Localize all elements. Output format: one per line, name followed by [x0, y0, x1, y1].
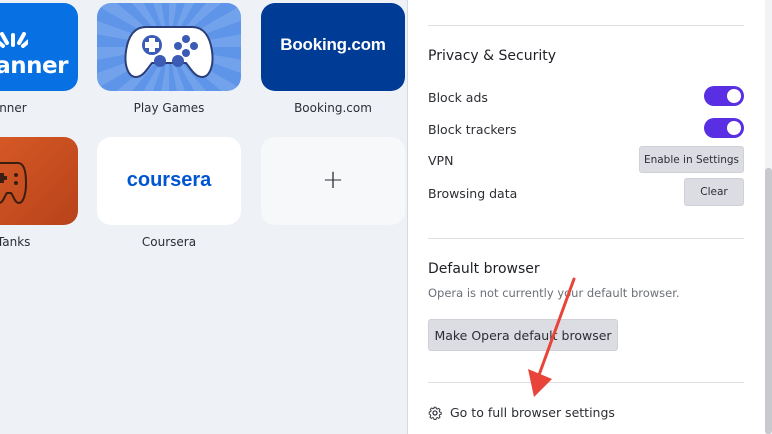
full-browser-settings-link[interactable]: Go to full browser settings [428, 405, 615, 420]
block-trackers-toggle[interactable] [704, 118, 744, 138]
speed-dial-label-world-of-tanks: of Tanks [0, 235, 31, 249]
default-browser-description: Opera is not currently your default brow… [428, 286, 680, 300]
speed-dial-tile-coursera[interactable]: coursera [97, 137, 241, 225]
clear-browsing-data-button[interactable]: Clear [684, 178, 744, 206]
skyscanner-logo-icon [0, 32, 28, 48]
full-browser-settings-label: Go to full browser settings [450, 405, 615, 420]
skyscanner-brand-text: canner [0, 53, 68, 79]
gamepad-icon [0, 162, 28, 205]
speed-dial-tile-world-of-tanks[interactable] [0, 137, 78, 225]
speed-dial: canner canner Play Games Booking.com Boo… [0, 0, 407, 434]
speed-dial-tile-skyscanner[interactable]: canner [0, 3, 78, 91]
gear-icon [428, 406, 442, 420]
easy-setup-panel: Privacy & Security Block ads Block track… [407, 0, 765, 434]
speed-dial-tile-play-games[interactable] [97, 3, 241, 91]
coursera-brand-text: coursera [126, 169, 212, 191]
speed-dial-label-coursera: Coursera [141, 235, 197, 249]
make-default-browser-button[interactable]: Make Opera default browser [428, 319, 618, 351]
privacy-security-title: Privacy & Security [428, 48, 556, 64]
divider [428, 382, 744, 383]
speed-dial-label-booking: Booking.com [294, 101, 372, 115]
divider [428, 25, 744, 26]
block-ads-toggle[interactable] [704, 86, 744, 106]
speed-dial-tile-booking[interactable]: Booking.com [261, 3, 405, 91]
panel-scrollbar-thumb[interactable] [765, 168, 772, 434]
block-ads-label: Block ads [428, 90, 488, 105]
browsing-data-label: Browsing data [428, 186, 518, 201]
booking-brand-text: Booking.com [280, 35, 386, 54]
default-browser-title: Default browser [428, 261, 540, 277]
divider [428, 238, 744, 239]
speed-dial-add-site-button[interactable]: + [261, 137, 405, 225]
enable-vpn-in-settings-button[interactable]: Enable in Settings [639, 146, 744, 173]
speed-dial-label-skyscanner: canner [0, 101, 27, 115]
vpn-label: VPN [428, 153, 454, 168]
plus-icon: + [322, 165, 344, 195]
speed-dial-label-play-games: Play Games [133, 101, 205, 115]
gamepad-icon [124, 26, 214, 79]
block-trackers-label: Block trackers [428, 122, 517, 137]
